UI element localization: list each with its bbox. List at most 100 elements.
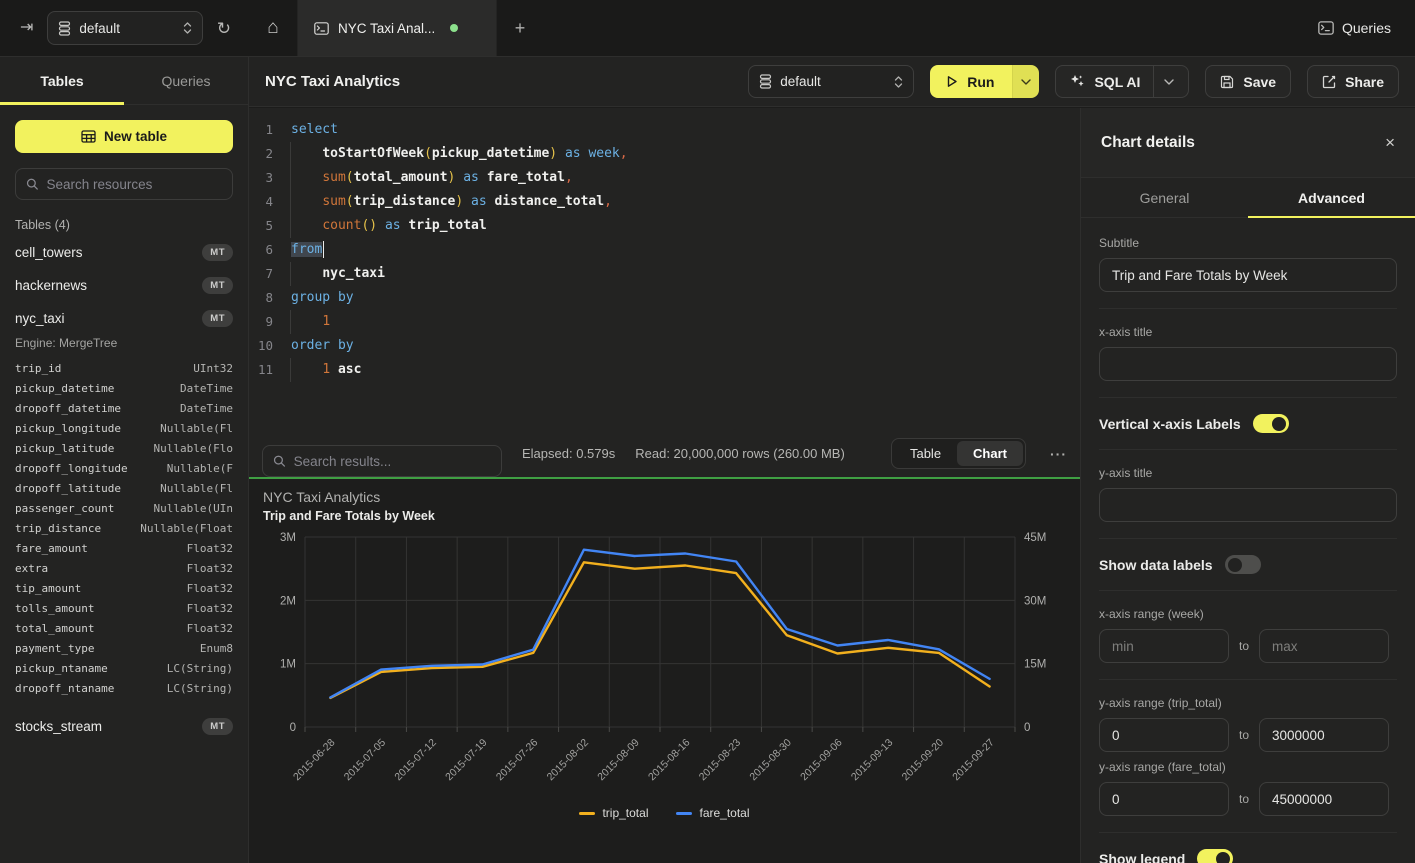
view-toggle-table[interactable]: Table	[894, 441, 957, 466]
x-axis-label: 2015-09-13	[849, 737, 896, 784]
save-button[interactable]: Save	[1205, 65, 1291, 98]
y-axis-right-tick: 0	[1024, 722, 1030, 734]
save-label: Save	[1243, 74, 1276, 90]
column-row[interactable]: passenger_count Nullable(UIn	[15, 498, 233, 518]
sql-editor[interactable]: 1select2 toStartOfWeek(pickup_datetime) …	[249, 108, 1080, 430]
editor-line[interactable]: 1select	[249, 118, 1080, 142]
editor-line[interactable]: 2 toStartOfWeek(pickup_datetime) as week…	[249, 142, 1080, 166]
editor-line[interactable]: 3 sum(total_amount) as fare_total,	[249, 166, 1080, 190]
column-row[interactable]: pickup_longitude Nullable(Fl	[15, 418, 233, 438]
sql-ai-options-button[interactable]	[1153, 66, 1174, 97]
to-label: to	[1239, 639, 1249, 653]
line-chart[interactable]: 001M15M2M30M3M45M2015-06-282015-07-05201…	[249, 527, 1080, 805]
show-data-labels-toggle[interactable]	[1225, 555, 1261, 574]
column-row[interactable]: total_amount Float32	[15, 618, 233, 638]
table-item-nyc_taxi[interactable]: nyc_taxi MT	[15, 302, 233, 335]
y-range-fare-max-field[interactable]	[1259, 782, 1389, 816]
panel-tab-advanced[interactable]: Advanced	[1248, 178, 1415, 217]
share-button[interactable]: Share	[1307, 65, 1399, 98]
resource-search-input[interactable]	[47, 177, 222, 192]
sql-ai-button[interactable]: SQL AI	[1055, 65, 1189, 98]
legend-item-fare_total[interactable]: fare_total	[676, 806, 749, 820]
view-toggle-chart[interactable]: Chart	[957, 441, 1023, 466]
run-button[interactable]: Run	[930, 65, 1012, 98]
column-row[interactable]: pickup_ntaname LC(String)	[15, 658, 233, 678]
tab-nyc-taxi-analytics[interactable]: NYC Taxi Anal...	[297, 0, 497, 56]
close-icon[interactable]: ×	[1385, 133, 1395, 153]
share-icon	[1322, 75, 1336, 89]
tab-title: NYC Taxi Anal...	[338, 21, 435, 36]
line-number: 10	[249, 334, 286, 358]
y-axis-left-tick: 0	[290, 722, 296, 734]
column-row[interactable]: extra Float32	[15, 558, 233, 578]
editor-line[interactable]: 4 sum(trip_distance) as distance_total,	[249, 190, 1080, 214]
resource-search[interactable]	[15, 168, 233, 200]
sidebar-tab-tables[interactable]: Tables	[0, 57, 124, 104]
y-axis-title-field[interactable]	[1099, 488, 1397, 522]
column-row[interactable]: pickup_latitude Nullable(Flo	[15, 438, 233, 458]
table-item-hackernews[interactable]: hackernews MT	[15, 269, 233, 302]
column-type: DateTime	[180, 402, 233, 415]
chevron-updown-icon	[183, 21, 192, 35]
column-name: pickup_datetime	[15, 382, 114, 395]
column-row[interactable]: pickup_datetime DateTime	[15, 378, 233, 398]
line-number: 9	[249, 310, 286, 334]
code-line: nyc_taxi	[286, 262, 385, 286]
table-item-cell_towers[interactable]: cell_towers MT	[15, 236, 233, 269]
editor-line[interactable]: 6from	[249, 238, 1080, 262]
column-row[interactable]: dropoff_ntaname LC(String)	[15, 678, 233, 698]
column-row[interactable]: trip_distance Nullable(Float	[15, 518, 233, 538]
y-range-trip-min-field[interactable]	[1099, 718, 1229, 752]
vertical-x-labels-toggle[interactable]	[1253, 414, 1289, 433]
column-row[interactable]: trip_id UInt32	[15, 358, 233, 378]
collapse-sidebar-icon[interactable]: ⇥	[20, 20, 33, 36]
service-selector[interactable]: default	[47, 11, 202, 45]
show-legend-toggle[interactable]	[1197, 849, 1233, 863]
column-name: dropoff_longitude	[15, 462, 128, 475]
editor-line[interactable]: 5 count() as trip_total	[249, 214, 1080, 238]
new-tab-button[interactable]: +	[497, 0, 543, 56]
new-table-button[interactable]: New table	[15, 120, 233, 153]
database-selector[interactable]: default	[748, 65, 914, 98]
results-search-input[interactable]	[294, 454, 491, 469]
line-number: 4	[249, 190, 286, 214]
results-search[interactable]	[262, 445, 502, 477]
subtitle-field[interactable]	[1099, 258, 1397, 292]
queries-label: Queries	[1342, 20, 1391, 36]
column-row[interactable]: tolls_amount Float32	[15, 598, 233, 618]
run-options-button[interactable]	[1012, 65, 1039, 98]
refresh-icon[interactable]: ↻	[217, 20, 231, 37]
editor-line[interactable]: 8group by	[249, 286, 1080, 310]
table-item-stocks_stream[interactable]: stocks_stream MT	[15, 710, 233, 743]
column-row[interactable]: tip_amount Float32	[15, 578, 233, 598]
x-range-min-field[interactable]	[1099, 629, 1229, 663]
column-name: trip_id	[15, 362, 61, 375]
column-row[interactable]: dropoff_longitude Nullable(F	[15, 458, 233, 478]
more-options-button[interactable]: ···	[1046, 446, 1067, 462]
editor-line[interactable]: 11 1 asc	[249, 358, 1080, 382]
editor-line[interactable]: 7 nyc_taxi	[249, 262, 1080, 286]
x-range-max-field[interactable]	[1259, 629, 1389, 663]
x-axis-title-field[interactable]	[1099, 347, 1397, 381]
y-axis-left-tick: 1M	[280, 659, 296, 671]
query-title: NYC Taxi Analytics	[265, 73, 400, 90]
y-range-fare-min-field[interactable]	[1099, 782, 1229, 816]
home-tab[interactable]: ⌂	[249, 0, 297, 56]
panel-tab-general[interactable]: General	[1081, 178, 1248, 217]
column-row[interactable]: payment_type Enum8	[15, 638, 233, 658]
line-number: 11	[249, 358, 286, 382]
queries-button[interactable]: Queries	[1318, 0, 1415, 56]
column-row[interactable]: dropoff_latitude Nullable(Fl	[15, 478, 233, 498]
column-row[interactable]: fare_amount Float32	[15, 538, 233, 558]
editor-line[interactable]: 10order by	[249, 334, 1080, 358]
engine-badge: MT	[202, 244, 233, 261]
show-data-labels-label: Show data labels	[1099, 557, 1213, 573]
sidebar-tab-queries[interactable]: Queries	[124, 57, 248, 104]
editor-line[interactable]: 9 1	[249, 310, 1080, 334]
y-range-trip-max-field[interactable]	[1259, 718, 1389, 752]
column-name: dropoff_latitude	[15, 482, 121, 495]
engine-badge: MT	[202, 310, 233, 327]
column-row[interactable]: dropoff_datetime DateTime	[15, 398, 233, 418]
legend-item-trip_total[interactable]: trip_total	[579, 806, 648, 820]
results-toolbar: Elapsed: 0.579s Read: 20,000,000 rows (2…	[249, 430, 1080, 477]
